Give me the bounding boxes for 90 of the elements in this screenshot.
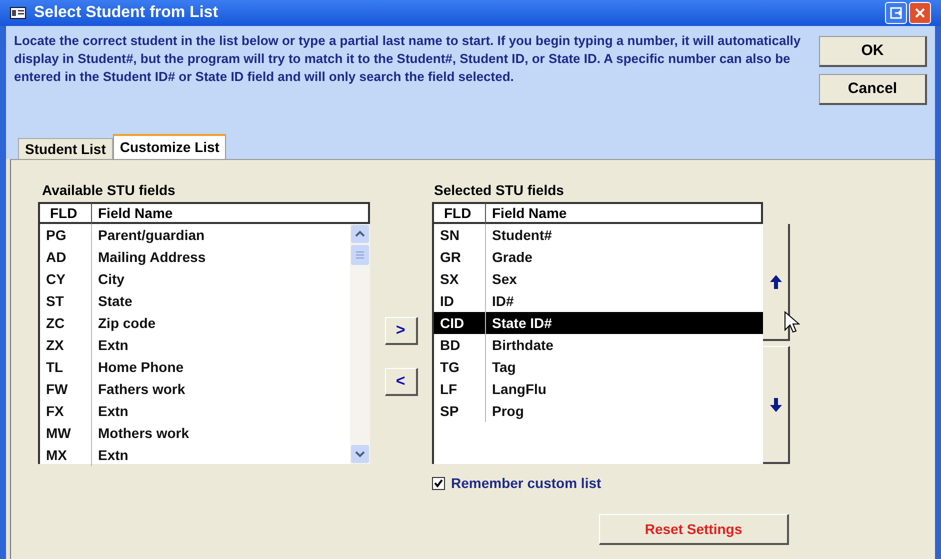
tab[interactable]: Student List [18,138,113,159]
field-name: Extn [97,336,128,354]
field-name: City [97,270,124,289]
list-row[interactable]: SP Prog [434,400,763,422]
field-name: Extn [97,446,128,464]
down-arrow-icon [768,396,782,412]
close-icon [914,7,926,19]
selected-list[interactable]: SN Student# GR Grade SX Sex ID ID# CID State ID# BD Birthdate TG Tag LF LangFlu SP Prog [432,224,763,464]
field-name: Birthdate [491,336,554,354]
list-row[interactable]: MW Mothers work [40,422,350,444]
field-name: Mothers work [97,424,190,442]
list-row[interactable]: MX Extn [40,444,350,466]
move-up-button[interactable] [763,224,790,341]
list-title: Available STU fields [41,181,176,200]
field-name: Home Phone [97,358,184,376]
field-name: Mailing Address [97,248,206,267]
cursor-icon [784,311,800,335]
field-name: Tag [491,358,516,377]
form-icon [10,7,26,19]
column-header: Field Name [491,204,567,222]
field-name: Prog [491,402,524,421]
list-row[interactable]: GR Grade [434,246,763,268]
field-code: CID [434,312,486,334]
field-code: GR [434,246,486,268]
list-row[interactable]: SX Sex [434,268,763,290]
list-row[interactable]: ZC Zip code [40,312,350,334]
field-code: TL [40,356,92,378]
list-row[interactable]: PG Parent/guardian [40,224,350,246]
field-code: AD [40,246,92,268]
field-code: ZX [40,334,92,356]
field-name: LangFlu [491,380,546,399]
reset-button[interactable]: Reset Settings [599,514,789,545]
scrollbar[interactable] [350,224,370,464]
column-header: Field Name [97,204,173,222]
field-code: FW [40,378,92,400]
instructions-text: Locate the correct student in the list below or type a partial last name to start. If you begin typing a number, it will automatically display in Student#, but the program will try to match it to the Student#, Student ID, or State ID. A specific number can also be entered in the Student ID# or State ID field and will only search the field selected. [14,32,802,86]
checkbox-label: Remember custom list [451,474,602,493]
list-row[interactable]: FW Fathers work [40,378,350,400]
scroll-up-icon[interactable] [351,225,369,243]
checkbox[interactable] [432,477,445,490]
field-code: SN [434,224,486,246]
field-code: ZC [40,312,92,334]
field-code: SX [434,268,486,290]
window-title: Select Student from List [34,3,218,23]
list-row[interactable]: ZX Extn [40,334,350,356]
field-name: Student# [491,226,552,244]
scroll-thumb-icon[interactable] [351,245,369,265]
dialog-button[interactable]: OK [819,36,927,67]
tab[interactable]: Customize List [112,134,226,159]
field-code: PG [40,224,92,246]
field-name: Grade [491,248,532,266]
up-arrow-icon [768,274,782,290]
list-row[interactable]: ST State [40,290,350,312]
list-row[interactable]: TL Home Phone [40,356,350,378]
field-code: ST [40,290,92,312]
field-name: Fathers work [97,380,186,398]
field-code: CY [40,268,92,290]
dialog-button[interactable]: Cancel [819,74,927,105]
field-name: State ID# [491,314,552,332]
check-icon [434,479,443,488]
move-button[interactable]: < [384,368,418,396]
field-code: BD [434,334,486,356]
field-name: ID# [491,292,514,310]
field-name: Parent/guardian [97,226,205,245]
field-name: Sex [491,270,517,288]
list-row[interactable]: AD Mailing Address [40,246,350,268]
field-code: MX [40,444,92,466]
scroll-down-icon[interactable] [351,445,369,463]
restore-button[interactable] [885,2,907,24]
list-row[interactable]: CY City [40,268,350,290]
field-code: LF [434,378,486,400]
field-name: Zip code [97,314,156,333]
list-title: Selected STU fields [433,181,565,200]
field-code: TG [434,356,486,378]
field-code: MW [40,422,92,444]
list-row[interactable]: FX Extn [40,400,350,422]
list-row[interactable]: TG Tag [434,356,763,378]
list-row[interactable]: BD Birthdate [434,334,763,356]
list-row[interactable]: LF LangFlu [434,378,763,400]
move-down-button[interactable] [763,346,790,464]
list-row[interactable]: CID State ID# [434,312,763,334]
field-name: State [97,292,132,310]
move-button[interactable]: > [384,317,418,345]
field-name: Extn [97,402,128,420]
field-code: SP [434,400,486,422]
restore-icon [890,7,902,19]
field-code: FX [40,400,92,422]
list-row[interactable]: SN Student# [434,224,763,246]
close-button[interactable] [909,2,931,24]
available-list[interactable]: PG Parent/guardian AD Mailing Address CY City ST State ZC Zip code ZX Extn TL Home Phone FW Fathers work FX Extn MW Mothers work MX Extn [38,224,370,464]
